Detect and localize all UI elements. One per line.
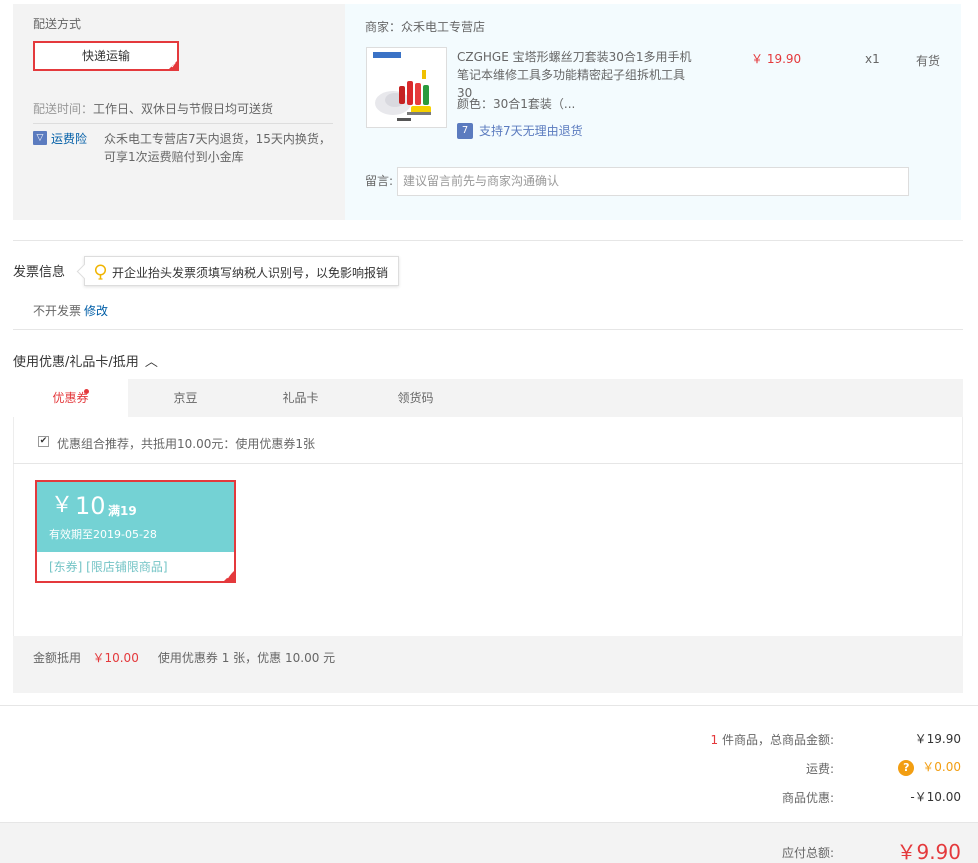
stock-status: 有货 (916, 54, 941, 68)
freight-insurance-link[interactable]: 运费险 (51, 130, 87, 147)
combo-text: 优惠组合推荐，共抵用10.00元：使用优惠券1张 (57, 437, 315, 451)
coupon-summary-text: 金额抵用 ￥10.00 使用优惠券 1 张，优惠 10.00 元 (33, 651, 336, 665)
delivery-time-value: 工作日、双休日与节假日均可送货 (93, 102, 274, 116)
question-icon[interactable]: ? (898, 759, 915, 776)
shop-panel: 商家：众禾电工专营店 CZGHGE 宝塔形螺丝刀套装30合1多用手机笔记本维修工… (345, 4, 961, 220)
chevron-up-icon: ︿ (144, 355, 158, 370)
check-icon: ✓ (225, 572, 233, 582)
freight-label: 运费: (805, 762, 834, 776)
product-attribute: 颜色：30合1套装（... (457, 97, 576, 111)
invoice-title: 发票信息 (13, 265, 66, 280)
delivery-time: 配送时间：工作日、双休日与节假日均可送货 (33, 102, 274, 116)
seller-name: 商家：众禾电工专营店 (365, 20, 486, 34)
goods-count-label: 1 件商品，总商品金额: (710, 733, 835, 747)
payable-label: 应付总额: (781, 846, 834, 860)
freight-value: ? ￥0.00 (898, 758, 961, 776)
coupon-summary-detail: 使用优惠券 1 张，优惠 10.00 元 (157, 651, 336, 665)
invoice-tip-text: 开企业抬头发票须填写纳税人识别号，以免影响报销 (112, 266, 389, 280)
tab-gift-card[interactable]: 礼品卡 (243, 379, 358, 417)
shield-icon: ▽ (33, 131, 47, 145)
goods-amount: ￥19.90 (914, 732, 961, 746)
divider (13, 240, 963, 241)
invoice-status: 不开发票 (33, 304, 82, 318)
coupon-section-title: 使用优惠/礼品卡/抵用 (13, 355, 139, 370)
freight-insurance-desc: 众禾电工专营店7天内退货，15天内换货，可享1次运费赔付到小金库 (104, 132, 331, 164)
coupon-amount: 10 (75, 492, 106, 520)
return-policy-text: 支持7天无理由退货 (479, 124, 583, 138)
delivery-title: 配送方式 (33, 17, 82, 31)
product-name-link[interactable]: CZGHGE 宝塔形螺丝刀套装30合1多用手机笔记本维修工具多功能精密起子组拆机… (457, 48, 702, 102)
coupon-tabs: 优惠券 京豆 礼品卡 领货码 (13, 379, 963, 417)
divider (13, 463, 963, 464)
coupon-condition: 满19 (108, 504, 137, 518)
invoice-edit-link[interactable]: 修改 (84, 302, 108, 319)
coupon-summary-amount: ￥10.00 (92, 651, 139, 665)
product-image[interactable] (366, 47, 447, 128)
shipping-method-label: 快递运输 (81, 49, 130, 63)
coupon-section-toggle[interactable]: 使用优惠/礼品卡/抵用 ︿ (13, 351, 158, 370)
product-quantity: x1 (865, 52, 880, 66)
coupon-card[interactable]: ￥ 10 满19 有效期至2019-05-28 [东券] [限店铺限商品] ✓ (35, 480, 236, 583)
tab-jingdou[interactable]: 京豆 (128, 379, 243, 417)
message-label: 留言: (365, 174, 394, 188)
divider (33, 123, 333, 124)
check-icon: ✓ (170, 61, 177, 70)
coupon-currency: ￥ (51, 493, 74, 518)
delivery-panel: 配送方式 快递运输 ✓ 配送时间：工作日、双休日与节假日均可送货 ▽ 运费险 众… (13, 4, 345, 220)
coupon-tags: [东券] [限店铺限商品] (49, 560, 168, 574)
tab-coupon[interactable]: 优惠券 (13, 379, 128, 417)
coupon-card-top: ￥ 10 满19 有效期至2019-05-28 (37, 482, 234, 552)
coupon-summary: 金额抵用 ￥10.00 使用优惠券 1 张，优惠 10.00 元 (13, 636, 963, 693)
invoice-tip: 开企业抬头发票须填写纳税人识别号，以免影响报销 (84, 256, 399, 286)
new-dot-icon (84, 389, 89, 394)
product-price: ￥ 19.90 (751, 52, 802, 66)
message-input[interactable]: 建议留言前先与商家沟通确认 (397, 167, 909, 196)
lightbulb-icon (94, 264, 107, 280)
combo-checkbox[interactable]: ✔ (38, 436, 49, 447)
shipping-method-button[interactable]: 快递运输 ✓ (33, 41, 179, 71)
product-image-graphic (367, 48, 446, 127)
payable-bar: 应付总额: ￥9.90 (0, 822, 978, 863)
coupon-expiry: 有效期至2019-05-28 (49, 528, 157, 541)
divider (0, 705, 978, 706)
discount-label: 商品优惠: (781, 791, 834, 805)
seven-day-return-icon: 7 (457, 123, 473, 139)
divider (13, 329, 963, 330)
payable-value: ￥9.90 (896, 840, 961, 863)
discount-value: -￥10.00 (910, 790, 961, 804)
tab-redeem-code[interactable]: 领货码 (358, 379, 473, 417)
